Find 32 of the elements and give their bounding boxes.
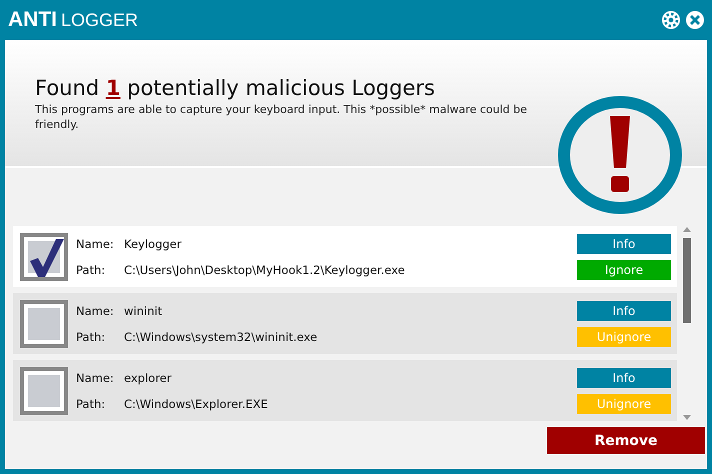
logger-path: C:\Windows\system32\wininit.exe <box>124 330 318 344</box>
logger-path: C:\Users\John\Desktop\MyHook1.2\Keylogger.exe <box>124 262 406 276</box>
info-button[interactable]: Info <box>577 368 671 388</box>
description: This programs are able to capture your keyboard input. This *possible* malware could be friendly. <box>35 102 528 132</box>
logger-row[interactable]: Name: wininit Path: C:\Windows\system32\wininit.exe Info Unignore <box>13 293 677 354</box>
logger-path: C:\Windows\Explorer.EXE <box>124 396 269 410</box>
scrollbar[interactable] <box>681 226 693 421</box>
logger-name: wininit <box>124 304 164 318</box>
info-button[interactable]: Info <box>577 234 671 254</box>
close-icon[interactable] <box>685 10 705 30</box>
field-label: Name: <box>76 236 115 250</box>
ignore-button[interactable]: Ignore <box>577 260 671 280</box>
logger-name: explorer <box>124 370 172 384</box>
info-button[interactable]: Info <box>577 300 671 320</box>
field-label: Name: <box>76 370 115 384</box>
field-label: Path: <box>76 396 106 410</box>
field-label: Path: <box>76 330 106 344</box>
field-label: Path: <box>76 262 106 276</box>
scroll-down-icon[interactable] <box>683 415 691 421</box>
logger-row[interactable]: Name: Keylogger Path: C:\Users\John\Desktop\MyHook1.2\Keylogger.exe Info Ignore <box>13 226 677 287</box>
checkbox[interactable] <box>18 230 70 282</box>
remove-button[interactable]: Remove <box>547 427 705 454</box>
window-title: LOGGER <box>61 10 138 31</box>
headline: Found 1 potentially malicious Loggers <box>35 76 436 100</box>
field-label: Name: <box>76 304 115 318</box>
scroll-up-icon[interactable] <box>683 226 691 232</box>
settings-icon[interactable] <box>661 10 681 30</box>
logger-name: Keylogger <box>124 236 182 250</box>
checkbox[interactable] <box>18 298 70 350</box>
logo-text: ANTI <box>8 8 57 32</box>
logger-row[interactable]: Name: explorer Path: C:\Windows\Explorer.EXE Info Unignore <box>13 360 677 421</box>
checkbox[interactable] <box>18 364 70 416</box>
